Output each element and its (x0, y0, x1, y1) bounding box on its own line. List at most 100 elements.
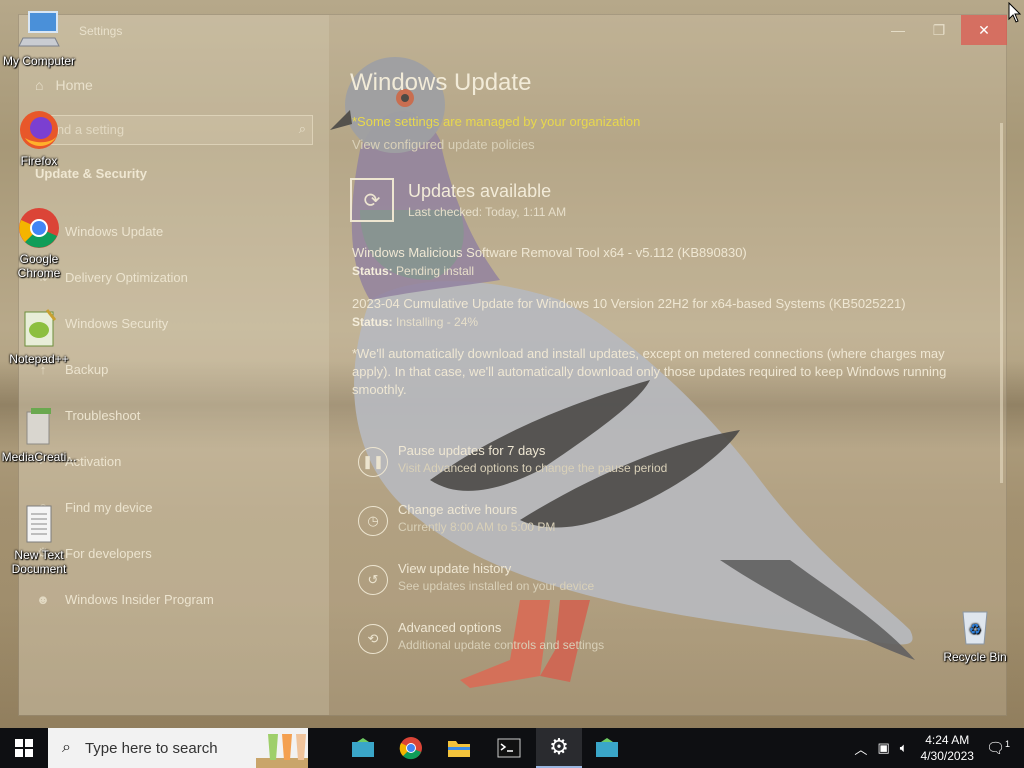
sidebar-item-label: Find my device (65, 499, 153, 515)
clock-time: 4:24 AM (925, 733, 970, 747)
sidebar-item-label: Windows Update (65, 223, 164, 239)
settings-search-input[interactable] (44, 121, 288, 138)
page-title: Windows Update (350, 69, 532, 96)
update-item-name: Windows Malicious Software Removal Tool … (352, 245, 747, 260)
pause-icon: ❚❚ (358, 447, 388, 477)
home-label: Home (55, 77, 93, 93)
option-subtitle: See updates installed on your device (398, 579, 595, 593)
search-icon: ⌕ (62, 739, 71, 756)
advanced-options-option[interactable]: ⟲ Advanced options Additional update con… (358, 620, 918, 670)
auto-update-note: *We'll automatically download and instal… (352, 346, 947, 397)
taskbar-search-placeholder: Type here to search (84, 739, 218, 757)
option-subtitle: Additional update controls and settings (398, 638, 605, 652)
svg-text:♻: ♻ (969, 622, 982, 638)
history-icon: ↺ (358, 565, 388, 595)
maximize-button[interactable]: ❐ (916, 15, 962, 45)
desktop-icon-label: MediaCreati... (1, 450, 77, 464)
media-creation-tool-icon (352, 738, 374, 757)
taskbar-app-terminal[interactable] (486, 728, 532, 768)
section-heading: Update & Security (35, 166, 147, 181)
media-creation-tool-icon (596, 738, 618, 757)
home-icon: ⌂ (35, 77, 44, 93)
gear-refresh-icon: ⟲ (358, 624, 388, 654)
start-button[interactable] (0, 728, 48, 768)
status-label: Status: (352, 264, 393, 278)
status-value: Pending install (396, 264, 475, 278)
network-icon[interactable]: ▣ (877, 740, 889, 756)
desktop-icon-firefox[interactable]: Firefox (1, 108, 77, 168)
desktop-icon-label: Notepad++ (9, 352, 69, 366)
media-creation-icon (26, 408, 51, 445)
option-title: Advanced options (398, 620, 502, 635)
chevron-up-icon[interactable]: ︿ (854, 739, 867, 758)
view-policies-link[interactable]: View configured update policies (352, 137, 535, 152)
desktop-icon-my-computer[interactable]: My Computer (1, 8, 77, 68)
desktop-icon-google-chrome[interactable]: Google Chrome (1, 206, 77, 280)
sidebar-item-label: Windows Insider Program (65, 591, 214, 607)
desktop-icon-media-creation[interactable]: MediaCreati... (1, 404, 77, 464)
clock-date: 4/30/2023 (920, 749, 974, 763)
taskbar-app-media-creation[interactable] (340, 728, 386, 768)
option-subtitle: Visit Advanced options to change the pau… (398, 461, 668, 475)
volume-icon[interactable]: 🔈︎ (900, 740, 908, 756)
notification-count: 1 (1004, 739, 1010, 749)
title-bar[interactable]: Settings — ❐ ✕ (19, 15, 1007, 47)
desktop-icon-label: New Text Document (11, 548, 67, 576)
text-document-icon (26, 505, 52, 543)
clock[interactable]: 4:24 AM 4/30/2023 (921, 732, 974, 764)
recycle-bin-icon: ♻ (962, 611, 988, 645)
option-title: Change active hours (398, 502, 518, 517)
desktop-icon-new-text-document[interactable]: New Text Document (1, 502, 77, 576)
desktop-icon-label: Google Chrome (17, 252, 61, 280)
search-icon[interactable]: ⌕ (299, 121, 306, 137)
change-active-hours-option[interactable]: ◷ Change active hours Currently 8:00 AM … (358, 502, 918, 552)
terminal-icon (497, 738, 521, 758)
close-button[interactable]: ✕ (961, 15, 1007, 45)
taskbar-app-settings[interactable]: ⚙ (536, 728, 582, 768)
desktop-icon-label: Recycle Bin (943, 650, 1007, 664)
update-refresh-icon: ⟳ (350, 178, 394, 222)
sidebar-item-label: Windows Security (65, 315, 169, 331)
search-highlight-drinks-icon (256, 734, 308, 768)
pause-updates-option[interactable]: ❚❚ Pause updates for 7 days Visit Advanc… (358, 443, 918, 493)
notepadpp-icon (24, 309, 57, 347)
firefox-icon (20, 111, 58, 149)
sidebar-item-label: Delivery Optimization (65, 269, 188, 285)
clock-icon: ◷ (358, 506, 388, 536)
update-item-status: Status: Pending install (352, 264, 474, 278)
system-tray: ︿ ▣ 🔈︎ 4:24 AM 4/30/2023 🗨︎1 (849, 728, 1024, 768)
sidebar-item-windows-insider-program[interactable]: ☻ Windows Insider Program (33, 579, 323, 619)
view-update-history-option[interactable]: ↺ View update history See updates instal… (358, 561, 918, 611)
settings-window: Settings — ❐ ✕ ⌂ Home ⌕ Update & Securit… (18, 14, 1007, 716)
option-title: View update history (398, 561, 512, 576)
taskbar-app-file-explorer[interactable] (436, 728, 482, 768)
settings-gear-icon: ⚙ (549, 734, 569, 759)
chrome-icon (19, 208, 59, 248)
taskbar-app-media-creation-2[interactable] (584, 728, 630, 768)
insider-icon: ☻ (36, 591, 50, 607)
computer-icon (18, 11, 60, 47)
update-item-status: Status: Installing - 24% (352, 315, 478, 329)
mouse-cursor-icon (1008, 2, 1022, 23)
chrome-icon (399, 737, 422, 760)
minimize-button[interactable]: — (875, 15, 921, 45)
sidebar-item-label: For developers (65, 545, 152, 561)
option-subtitle: Currently 8:00 AM to 5:00 PM (398, 520, 556, 534)
desktop-icon-notepadpp[interactable]: Notepad++ (1, 306, 77, 366)
desktop-icon-label: Firefox (20, 154, 58, 168)
taskbar: ⌕ Type here to search ⚙ ︿ ▣ 🔈︎ 4:24 AM 4… (0, 728, 1024, 768)
window-title: Settings (79, 24, 123, 38)
file-explorer-icon (448, 741, 470, 757)
status-label: Status: (352, 315, 393, 329)
notification-icon[interactable]: 🗨︎1 (986, 739, 1010, 757)
managed-notice: *Some settings are managed by your organ… (352, 114, 641, 129)
desktop-icon-recycle-bin[interactable]: ♻ Recycle Bin (937, 604, 1013, 664)
option-title: Pause updates for 7 days (398, 443, 546, 458)
home-nav[interactable]: ⌂ Home (35, 77, 93, 93)
windows-logo-icon (15, 739, 33, 757)
update-status-title: Updates available (408, 181, 552, 201)
scrollbar[interactable] (1000, 123, 1003, 483)
taskbar-app-chrome[interactable] (388, 728, 434, 768)
desktop-icon-label: My Computer (2, 54, 76, 68)
status-value: Installing - 24% (396, 315, 479, 329)
